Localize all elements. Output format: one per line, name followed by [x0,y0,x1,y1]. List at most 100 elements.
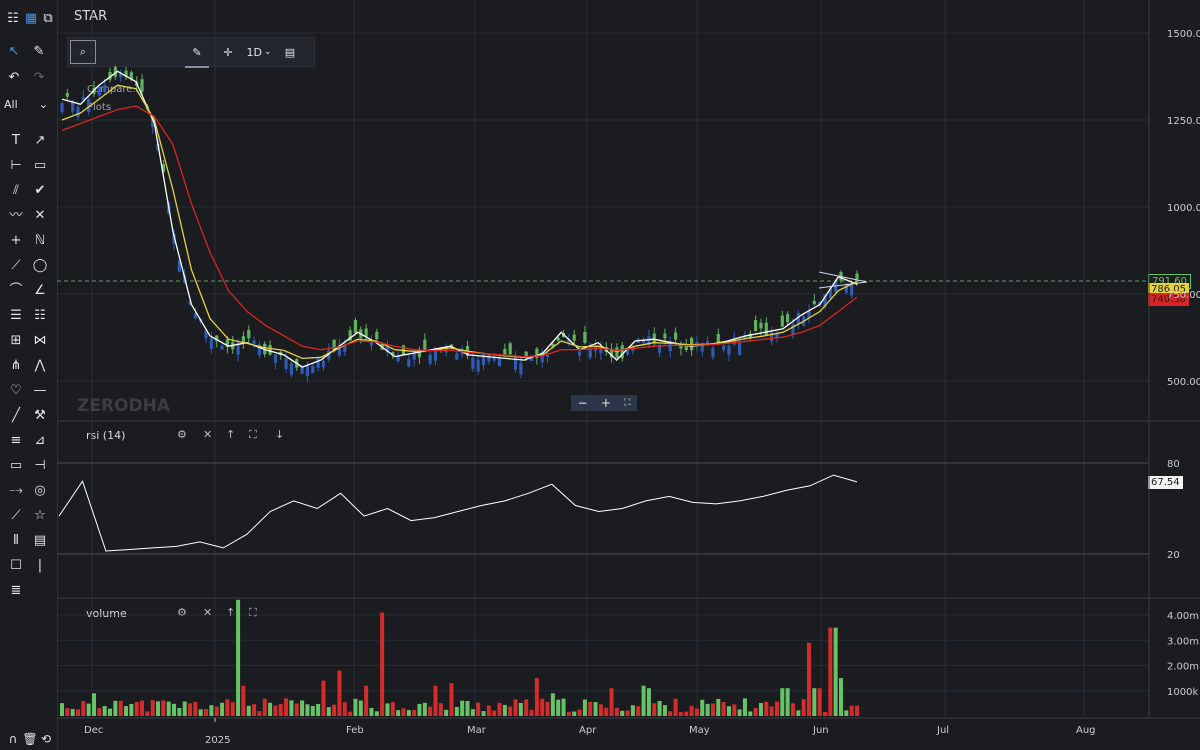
align-tool-icon[interactable]: ≣ [5,579,27,601]
candle-body [673,332,678,340]
volume-bar [785,688,790,716]
volume-bar [550,693,555,716]
candle-body [284,358,288,369]
callout-tool-icon[interactable]: ▭ [29,154,51,176]
crosshair-tool-icon[interactable]: + [5,229,27,251]
volume-bar [529,709,534,716]
redo-icon[interactable]: ↷ [28,66,50,88]
candle-body [273,354,278,363]
volume-bar [444,709,449,716]
volume-bar [524,699,529,716]
grid-tool-icon[interactable]: ▤ [29,529,51,551]
volume-bar [326,707,331,716]
horizontal-ray-tool-icon[interactable]: ⊢ [5,154,27,176]
volume-bar [678,712,683,716]
candle-body [577,351,582,356]
volume-bar [246,705,251,716]
brush-tool-icon[interactable]: ⟋ [5,504,27,526]
volume-bar [726,706,731,716]
volume-bar [652,703,657,716]
volume-bar [236,599,241,716]
bars-tool-icon[interactable]: ⦀ [5,529,27,551]
volume-bar [716,698,721,716]
volume-bar [305,704,310,716]
x-tick-label: Mar [467,725,487,736]
volume-bar [598,704,603,716]
zigzag-tool-icon[interactable]: ⋀ [29,354,51,376]
volume-bar [396,710,401,716]
fib-extension-tool-icon[interactable]: ☷ [29,304,51,326]
range-tool-icon[interactable]: ⊣ [29,454,51,476]
bowtie-tool-icon[interactable]: ⋈ [29,329,51,351]
candle-body [97,86,101,96]
volume-bar [662,705,667,716]
text-tool-icon[interactable]: T [5,129,27,151]
volume-bar [769,706,774,716]
candle-body [786,314,790,323]
candle-body [615,347,619,358]
line-tool-icon[interactable]: ╱ [5,404,27,426]
projection-tool-icon[interactable]: ⤍ [5,479,27,501]
volume-bar [609,688,614,716]
candle-body [76,107,80,118]
candle-body [764,322,768,336]
volume-bar [465,701,470,716]
candle-body [497,358,502,367]
angle-tool-icon[interactable]: ∠ [29,279,51,301]
candle-body [321,360,326,368]
horizontal-line-tool-icon[interactable]: — [29,379,51,401]
volume-bar [268,702,273,716]
candle-body [476,359,480,372]
heart-tool-icon[interactable]: ♡ [5,379,27,401]
cursor-icon[interactable]: ↖ [3,40,25,62]
volume-bar [694,708,699,716]
volume-bar [438,703,443,716]
chart-canvas[interactable]: Dec 2025 Feb Mar Apr May Jun Jul Aug 1500.00 1250.… [57,0,1200,750]
volume-bar [342,702,347,716]
cross-tool-icon[interactable]: ✕ [29,204,51,226]
undo-icon[interactable]: ↶ [3,66,25,88]
volume-bar [534,678,539,716]
wave-tool-icon[interactable]: 〰 [5,204,27,226]
volume-bar [209,705,214,716]
popout-icon[interactable]: ⧉ [37,7,59,29]
trend-line-tool-icon[interactable]: ⟋ [5,254,27,276]
note-tool-icon[interactable]: ☐ [5,554,27,576]
volume-bar [241,685,246,716]
volume-bar [118,700,123,716]
candle-body [754,320,758,331]
candle-body [247,329,251,339]
volume-bar [790,703,795,716]
eye-tool-icon[interactable]: ◎ [29,479,51,501]
volume-bar [422,702,427,716]
fib-retracement-tool-icon[interactable]: ☰ [5,304,27,326]
arrow-tool-icon[interactable]: ↗ [29,129,51,151]
volume-bar [502,704,507,716]
volume-bar [748,711,753,716]
rectangle-tool-icon[interactable]: ▭ [5,454,27,476]
filter-select[interactable]: All ⌄ [4,93,48,115]
vertical-line-tool-icon[interactable]: | [29,554,51,576]
volume-bar [657,700,662,716]
reset-icon[interactable]: ⟲ [35,728,57,750]
gann-tool-icon[interactable]: ⊞ [5,329,27,351]
pitchfork-tool-icon[interactable]: ⋔ [5,354,27,376]
volume-bar [476,702,481,716]
volume-bar [764,701,769,716]
price-tick-label: 1000.00 [1167,203,1200,214]
volume-bar [774,701,779,716]
measure-tool-icon[interactable]: ⚒ [29,404,51,426]
parallel-channel-tool-icon[interactable]: ⫽ [5,179,27,201]
volume-bar [582,699,587,716]
pencil-icon[interactable]: ✎ [28,40,50,62]
levels-tool-icon[interactable]: ≡ [5,429,27,451]
x-tick-label: 2025 [205,735,230,746]
star-tool-icon[interactable]: ☆ [29,504,51,526]
ruler-tool-icon[interactable]: ⊿ [29,429,51,451]
ellipse-tool-icon[interactable]: ◯ [29,254,51,276]
arc-tool-icon[interactable]: ⌒ [5,279,27,301]
price-tick-label: 1250.00 [1167,116,1200,127]
check-tool-icon[interactable]: ✔ [29,179,51,201]
signature-tool-icon[interactable]: ℕ [29,229,51,251]
candle-body [375,331,379,340]
